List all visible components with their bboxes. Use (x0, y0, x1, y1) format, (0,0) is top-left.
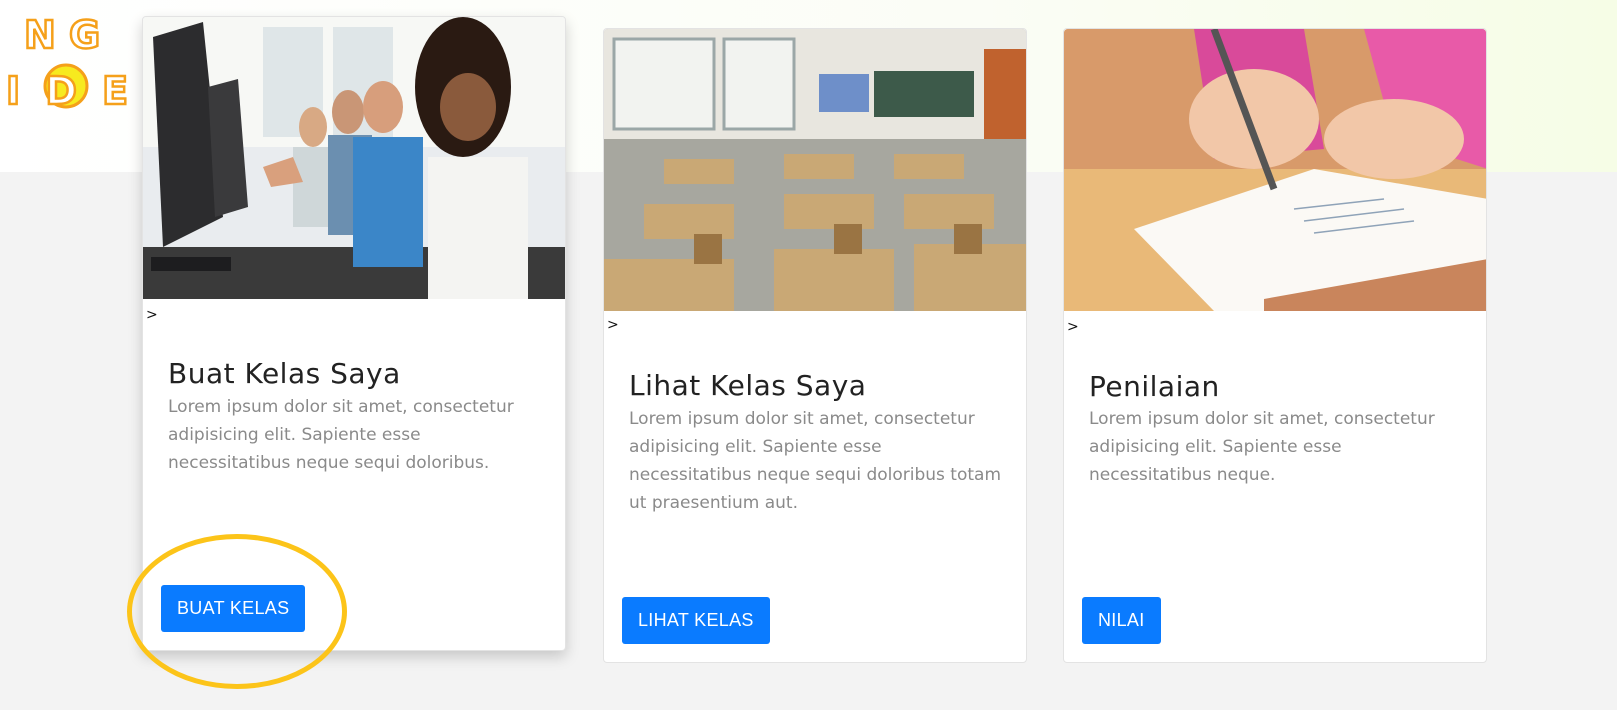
logo-text-bottom: I D E (6, 69, 134, 112)
card-title: Penilaian (1089, 370, 1220, 403)
card-image-computer-lab (143, 17, 565, 299)
card-description: Lorem ipsum dolor sit amet, consectetur … (1089, 409, 1435, 485)
site-logo[interactable]: N G I D E (4, 6, 146, 115)
card-image-classroom (604, 29, 1026, 311)
card-lihat-kelas: > Lihat Kelas Saya Lorem ipsum dolor sit… (603, 28, 1027, 663)
card-image-writing (1064, 29, 1486, 311)
logo-graphic: N G I D E (5, 12, 134, 115)
nilai-button[interactable]: NILAI (1082, 597, 1161, 644)
card-arrow: > (146, 307, 158, 323)
card-title: Buat Kelas Saya (168, 357, 401, 390)
lihat-kelas-button[interactable]: LIHAT KELAS (622, 597, 770, 644)
card-arrow: > (607, 317, 619, 333)
logo-text-top: N G (24, 13, 100, 57)
card-arrow: > (1067, 319, 1079, 335)
card-description: Lorem ipsum dolor sit amet, consectetur … (168, 397, 514, 473)
card-description: Lorem ipsum dolor sit amet, consectetur … (629, 409, 1002, 513)
card-buat-kelas: > Buat Kelas Saya Lorem ipsum dolor sit … (142, 16, 566, 651)
card-penilaian: > Penilaian Lorem ipsum dolor sit amet, … (1063, 28, 1487, 663)
card-title: Lihat Kelas Saya (629, 369, 867, 402)
buat-kelas-button[interactable]: BUAT KELAS (161, 585, 306, 632)
